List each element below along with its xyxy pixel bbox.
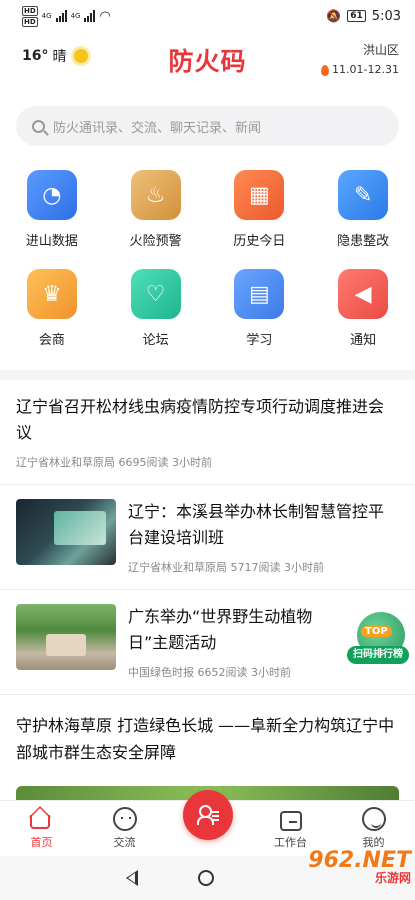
news-meta: 辽宁省林业和草原局 6695阅读 3小时前	[16, 454, 399, 470]
signal-icon	[55, 10, 67, 22]
news-reads: 6695阅读	[118, 456, 169, 469]
grid-label: 进山数据	[25, 234, 78, 249]
news-item[interactable]: 守护林海草原 打造绿色长城 ——阜新全力构筑辽宁中部城市群生态安全屏障	[0, 712, 415, 766]
news-source: 中国绿色时报	[128, 666, 194, 679]
tab-label: 交流	[113, 836, 136, 849]
clock: 5:03	[371, 8, 401, 24]
section-divider	[0, 370, 415, 380]
search-placeholder: 防火通讯录、交流、聊天记录、新闻	[53, 120, 262, 136]
speaker-icon: ◀	[338, 269, 389, 319]
network-type-label: 4G	[70, 12, 81, 20]
scan-ranking-badge[interactable]: TOP 扫码排行榜	[347, 612, 409, 670]
face-icon	[112, 807, 137, 831]
tab-home[interactable]: 首页	[7, 807, 77, 850]
signal-icon	[84, 10, 96, 22]
tab-workbench[interactable]: 工作台	[256, 809, 326, 850]
news-meta: 中国绿色时报 6652阅读 3小时前	[128, 664, 341, 680]
mute-icon: 🔕	[326, 9, 342, 23]
grid-item-mountain-data[interactable]: ◔ 进山数据	[0, 170, 104, 249]
news-time: 3小时前	[284, 561, 324, 574]
tab-chat[interactable]: 交流	[90, 807, 160, 850]
network-type-label: 4G	[41, 12, 52, 20]
grid-item-fire-warning[interactable]: ♨ 火险预警	[104, 170, 208, 249]
news-title: 广东举办“世界野生动植物日”主题活动	[128, 607, 313, 652]
wrench-icon: ✎	[338, 170, 389, 220]
status-bar: HD HD 4G 4G ◠ 🔕 61 5:03	[0, 0, 415, 32]
news-title: 辽宁：本溪县举办林长制智慧管控平台建设培训班	[128, 502, 385, 547]
news-source: 辽宁省林业和草原局	[16, 456, 115, 469]
news-time: 3小时前	[172, 456, 212, 469]
news-reads: 5717阅读	[230, 561, 281, 574]
badge-ribbon: 扫码排行榜	[347, 646, 409, 664]
watermark: 962.NET 乐游网	[308, 848, 411, 886]
back-icon[interactable]	[125, 870, 138, 886]
home-circle-icon[interactable]	[197, 870, 214, 886]
header: 16° 晴 防火码 洪山区 11.01-12.31	[0, 32, 415, 90]
home-icon	[29, 807, 54, 831]
book-icon: ▤	[234, 269, 285, 319]
news-title: 守护林海草原 打造绿色长城 ——阜新全力构筑辽宁中部城市群生态安全屏障	[16, 716, 395, 762]
contacts-icon	[196, 805, 219, 825]
location-widget[interactable]: 洪山区 11.01-12.31	[321, 40, 399, 80]
tab-label: 首页	[30, 836, 53, 849]
grid-label: 隐患整改	[337, 234, 390, 249]
fire-season-range: 11.01-12.31	[321, 60, 399, 80]
news-body: 辽宁：本溪县举办林长制智慧管控平台建设培训班 辽宁省林业和草原局 5717阅读 …	[128, 499, 399, 575]
news-row: 辽宁：本溪县举办林长制智慧管控平台建设培训班 辽宁省林业和草原局 5717阅读 …	[16, 499, 399, 575]
grid-label: 通知	[350, 333, 377, 348]
wifi-icon: ◠	[99, 8, 111, 24]
status-left: HD HD 4G 4G ◠	[22, 5, 111, 27]
news-title: 辽宁省召开松材线虫病疫情防控专项行动调度推进会议	[16, 397, 385, 442]
news-source: 辽宁省林业和草原局	[128, 561, 227, 574]
battery-icon: 61	[347, 10, 366, 22]
tab-label: 工作台	[274, 836, 307, 849]
fire-icon	[321, 64, 330, 76]
contacts-center-button[interactable]	[182, 790, 233, 840]
hd-badge: HD	[22, 5, 38, 16]
grid-label: 会商	[38, 333, 65, 348]
news-meta: 辽宁省林业和草原局 5717阅读 3小时前	[128, 559, 399, 575]
profile-icon	[361, 807, 386, 831]
network-badges: HD HD	[22, 5, 38, 27]
grid-item-history-today[interactable]: ▦ 历史今日	[208, 170, 312, 249]
badge-top-label: TOP	[361, 626, 392, 637]
location-name: 洪山区	[362, 43, 399, 57]
feature-grid: ◔ 进山数据 ♨ 火险预警 ▦ 历史今日 ✎ 隐患整改 ♛ 会商 ♡ 论坛 ▤ …	[0, 170, 415, 348]
news-item[interactable]: 辽宁：本溪县举办林长制智慧管控平台建设培训班 辽宁省林业和草原局 5717阅读 …	[0, 485, 415, 590]
grid-label: 学习	[246, 333, 273, 348]
flame-icon: ♨	[130, 170, 181, 220]
calendar-icon: ▦	[234, 170, 285, 220]
grid-label: 历史今日	[233, 234, 286, 249]
grid-item-study[interactable]: ▤ 学习	[208, 269, 312, 348]
grid-item-notice[interactable]: ◀ 通知	[311, 269, 415, 348]
grid-item-consult[interactable]: ♛ 会商	[0, 269, 104, 348]
tab-me[interactable]: 我的	[339, 807, 409, 850]
chat-icon: ♡	[130, 269, 181, 319]
grid-label: 论坛	[142, 333, 169, 348]
workbench-icon	[279, 811, 302, 831]
news-time: 3小时前	[251, 666, 291, 679]
news-thumbnail	[16, 604, 116, 670]
news-item[interactable]: 辽宁省召开松材线虫病疫情防控专项行动调度推进会议 辽宁省林业和草原局 6695阅…	[0, 380, 415, 485]
date-range-text: 11.01-12.31	[332, 63, 399, 76]
crown-icon: ♛	[26, 269, 77, 319]
news-thumbnail	[16, 499, 116, 565]
pie-chart-icon: ◔	[26, 170, 77, 220]
search-icon	[32, 119, 45, 133]
grid-item-forum[interactable]: ♡ 论坛	[104, 269, 208, 348]
grid-item-hazard-fix[interactable]: ✎ 隐患整改	[311, 170, 415, 249]
search-input[interactable]: 防火通讯录、交流、聊天记录、新闻	[16, 106, 399, 146]
news-reads: 6652阅读	[197, 666, 248, 679]
hd-badge: HD	[22, 16, 38, 27]
status-right: 🔕 61 5:03	[326, 9, 401, 24]
news-row: 广东举办“世界野生动植物日”主题活动 中国绿色时报 6652阅读 3小时前	[16, 604, 399, 680]
grid-label: 火险预警	[129, 234, 182, 249]
